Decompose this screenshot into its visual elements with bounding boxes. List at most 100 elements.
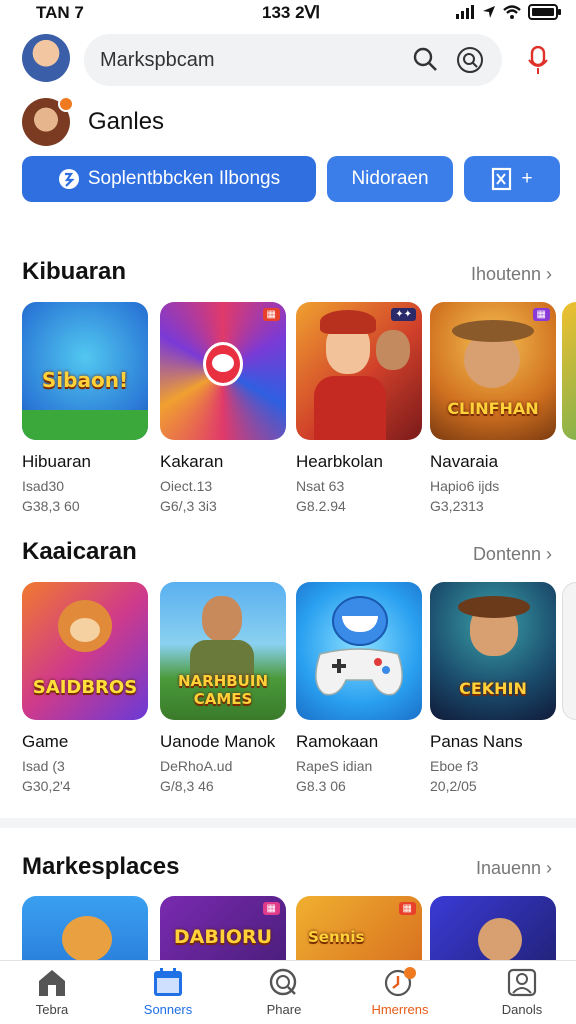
app-meta: RapeS idian [296,758,373,774]
filter-pill-label: Nidoraen [351,168,429,189]
nav-label: Phare [266,1002,302,1017]
search-bar[interactable]: Markspbcam [84,34,502,86]
app-card[interactable]: Ramokaan RapeS idian G8.3 06 [296,582,422,796]
nav-item-phare[interactable]: Phare [234,967,334,1017]
lens-search-icon[interactable] [456,46,484,74]
tile-text: CLINFHAN [447,399,539,418]
status-icons [455,4,562,20]
app-row: DABIORU ▦ Sennis ▦ [0,896,576,960]
profile-avatar[interactable] [22,34,70,82]
app-card[interactable]: Sennis ▦ [296,896,422,960]
app-row: SAIDBROS Game Isad (3 G30,2'4 NARHBUIN C… [0,582,576,807]
filter-pill-secondary[interactable]: Nidoraen [327,156,453,202]
app-name: Hearbkolan [296,452,383,471]
bookmark-icon [492,167,512,191]
tile-tag: ▦ [398,902,416,915]
search-input[interactable]: Markspbcam [100,49,214,72]
mic-icon[interactable] [526,46,550,76]
app-meta: G30,2'4 [22,778,71,794]
app-card[interactable]: DABIORU ▦ [160,896,286,960]
app-meta: Isad30 [22,478,65,494]
filter-pill-label: Soplentbbcken Ilbongs [87,168,281,189]
filter-pill-label: + [521,168,533,189]
app-icon: SAIDBROS [22,582,148,720]
nav-item-hmerrens[interactable]: Hmerrens [350,967,450,1017]
app-card-partial[interactable] [562,302,576,440]
app-name: Game [22,732,69,751]
notification-badge [58,96,74,112]
app-meta: G8.3 06 [296,778,346,794]
app-icon: CEKHIN [430,582,556,720]
app-card[interactable]: ▦ Kakaran Oiect.13 G6/,3 3i3 [160,302,286,516]
section-title: Kaaicaran [22,538,137,565]
app-icon [296,582,422,720]
app-icon: ✦✦ [296,302,422,440]
section-see-more[interactable]: Dontenn › [473,544,552,565]
app-card[interactable]: ✦✦ Hearbkolan Nsat 63 G8.2.94 [296,302,422,516]
nav-item-home[interactable]: Tebra [2,967,102,1017]
app-icon [22,896,148,960]
app-row: Sibaon! Hibuaran Isad30 G38,3 60 ▦ Kakar… [0,302,576,527]
nav-label: Danols [501,1002,543,1017]
section-title: Markesplaces [22,853,180,880]
app-meta: Eboe f3 [430,758,479,774]
filter-pill-primary[interactable]: Soplentbbcken Ilbongs [22,156,316,202]
app-meta: Nsat 63 [296,478,345,494]
location-icon [483,6,495,18]
app-icon: CLINFHAN ▦ [430,302,556,440]
app-meta: Isad (3 [22,758,65,774]
search-icon[interactable] [412,46,438,72]
nav-label: Tebra [35,1002,69,1017]
section-divider [0,818,576,828]
search-icon [269,968,297,996]
tile-tag: ▦ [262,902,280,915]
nav-label: Sonners [143,1002,193,1017]
page-title: Ganles [88,108,165,135]
app-icon: ▦ [160,302,286,440]
app-icon [562,302,576,440]
app-name: Kakaran [160,452,224,471]
app-meta: G3,2313 [430,498,484,514]
battery-icon [528,4,561,20]
app-icon: DABIORU ▦ [160,896,286,960]
signal-icon [456,5,474,19]
status-bar: TAN 7 133 2Ⅵ [0,0,576,26]
tile-tag: ✦✦ [391,308,416,321]
app-meta: Oiect.13 [160,478,213,494]
app-card[interactable]: CEKHIN Panas Nans Eboe f3 20,2/05 [430,582,556,796]
app-icon: NARHBUIN CAMES [160,582,286,720]
app-icon [430,896,556,960]
app-meta: 20,2/05 [430,778,477,794]
app-card[interactable] [22,896,148,960]
app-name: Ramokaan [296,732,379,751]
app-name: Hibuaran [22,452,91,471]
app-card[interactable]: Sibaon! Hibuaran Isad30 G38,3 60 [22,302,148,516]
status-time-center: 133 2Ⅵ [262,3,321,22]
gamepad-icon [315,648,403,696]
section-see-more[interactable]: Inauenn › [476,858,552,879]
clock-icon [384,967,416,997]
app-name: Panas Nans [430,732,523,751]
games-header: Ganles [0,96,576,146]
tile-text: Sibaon! [41,368,129,392]
app-icon: Sennis ▦ [296,896,422,960]
app-card[interactable]: SAIDBROS Game Isad (3 G30,2'4 [22,582,148,796]
nav-item-sonners[interactable]: Sonners [118,967,218,1017]
app-card[interactable] [430,896,556,960]
app-meta: G/8,3 46 [160,778,214,794]
top-bar: Markspbcam [0,32,576,88]
app-card[interactable]: CLINFHAN ▦ Navaraia Hapio6 ijds G3,2313 [430,302,556,516]
app-meta: Hapio6 ijds [430,478,500,494]
section-see-more[interactable]: Ihoutenn › [471,264,552,285]
nav-item-danols[interactable]: Danols [472,967,572,1017]
filter-pill-add[interactable]: + [464,156,560,202]
tile-text: Sennis [308,928,365,946]
app-meta: DeRhoA.ud [160,758,233,774]
calendar-icon [154,968,182,996]
app-icon [562,582,576,720]
app-card[interactable]: NARHBUIN CAMES Uanode Manok DeRhoA.ud G/… [160,582,286,796]
app-icon: Sibaon! [22,302,148,440]
filter-pills: Soplentbbcken Ilbongs Nidoraen + [0,156,576,204]
app-card-partial[interactable] [562,582,576,720]
gift-icon [58,169,79,189]
